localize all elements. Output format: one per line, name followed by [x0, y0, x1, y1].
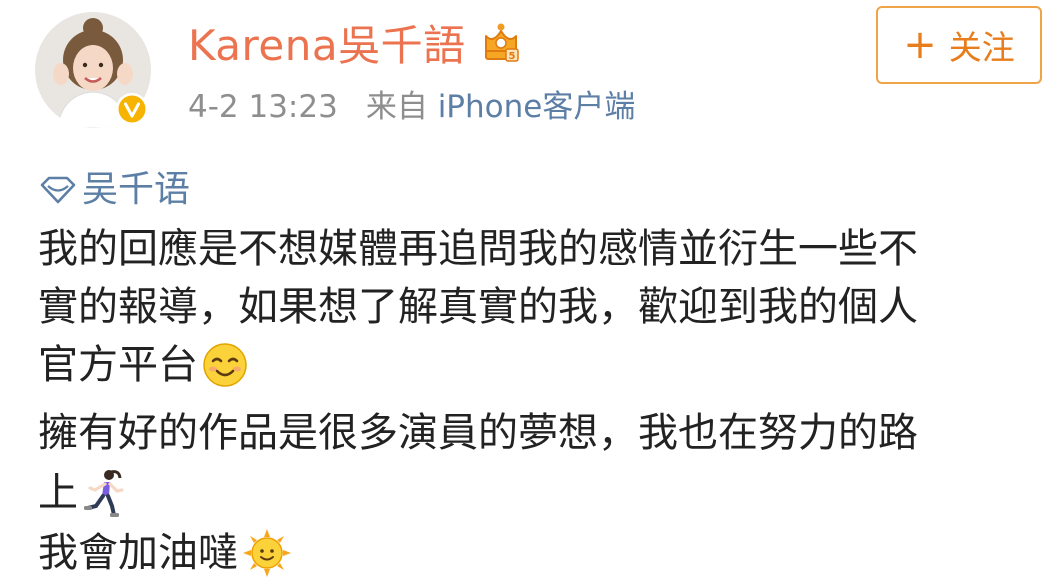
follow-button-label: 关注 — [948, 28, 1015, 67]
post-text-line-6: 我會加油噠 — [38, 524, 292, 582]
plus-icon: + — [903, 22, 937, 68]
avatar[interactable] — [35, 12, 151, 128]
topic-link[interactable]: 吴千语 — [38, 166, 190, 214]
follow-button[interactable]: + 关注 — [876, 6, 1042, 84]
post-text: 我會加油噠 — [38, 530, 238, 576]
post-text-line-4: 擁有好的作品是很多演員的夢想，我也在努力的路 — [38, 404, 918, 462]
running-woman-icon — [84, 470, 124, 517]
topic-label: 吴千语 — [82, 169, 191, 210]
post-text: 官方平台 — [38, 342, 198, 388]
post-text-line-5: 上 — [38, 464, 128, 522]
super-topic-diamond-icon — [40, 176, 76, 204]
post-text: 實的報導，如果想了解真實的我，歡迎到我的個人 — [38, 284, 918, 330]
sun-with-face-icon — [243, 529, 291, 577]
svg-text:5: 5 — [509, 51, 516, 62]
post-text: 擁有好的作品是很多演員的夢想，我也在努力的路 — [38, 410, 918, 456]
smiling-relieved-face-icon — [203, 343, 247, 387]
vip-crown-icon[interactable]: 5 — [480, 22, 522, 64]
post-timestamp: 4-2 13:23 — [188, 89, 338, 125]
username[interactable]: Karena吳千語 — [188, 20, 466, 72]
source-prefix: 来自 — [365, 89, 428, 125]
post-meta: 4-2 13:23 来自 iPhone客户端 — [188, 86, 635, 128]
source-client-link[interactable]: iPhone客户端 — [438, 89, 636, 125]
verified-badge-icon — [116, 93, 148, 125]
post-text-line-3: 官方平台 — [38, 336, 248, 394]
post-text: 我的回應是不想媒體再追問我的感情並衍生一些不 — [38, 226, 918, 272]
post-text-line-1: 我的回應是不想媒體再追問我的感情並衍生一些不 — [38, 220, 918, 278]
post-text-line-2: 實的報導，如果想了解真實的我，歡迎到我的個人 — [38, 278, 918, 336]
post-text: 上 — [38, 470, 78, 516]
